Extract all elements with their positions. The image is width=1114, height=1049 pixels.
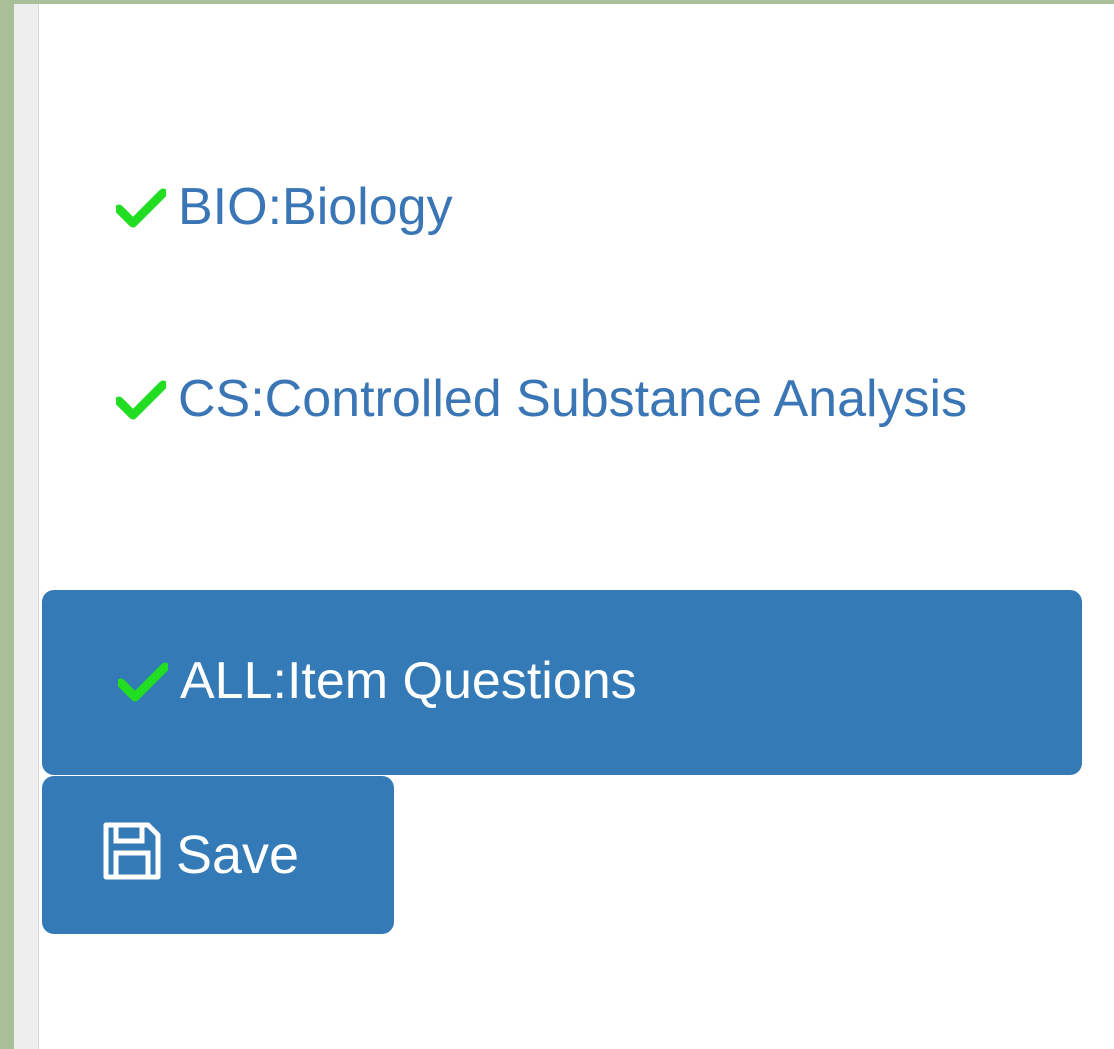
panel-edge xyxy=(14,4,39,1049)
discipline-label: BIO:Biology xyxy=(178,178,453,236)
save-button[interactable]: Save xyxy=(42,776,394,934)
checkmark-icon xyxy=(116,380,166,420)
discipline-item-all[interactable]: ALL:Item Questions xyxy=(42,590,1082,775)
discipline-item-bio[interactable]: BIO:Biology xyxy=(40,162,1082,252)
discipline-label: CS:Controlled Substance Analysis xyxy=(178,370,968,428)
discipline-item-cs[interactable]: CS:Controlled Substance Analysis xyxy=(40,354,1082,444)
checkmark-icon xyxy=(118,662,168,702)
discipline-label: ALL:Item Questions xyxy=(180,652,637,710)
floppy-disk-icon xyxy=(103,822,161,880)
save-label: Save xyxy=(176,825,300,885)
checkmark-icon xyxy=(116,188,166,228)
window-frame-left xyxy=(0,0,14,1049)
